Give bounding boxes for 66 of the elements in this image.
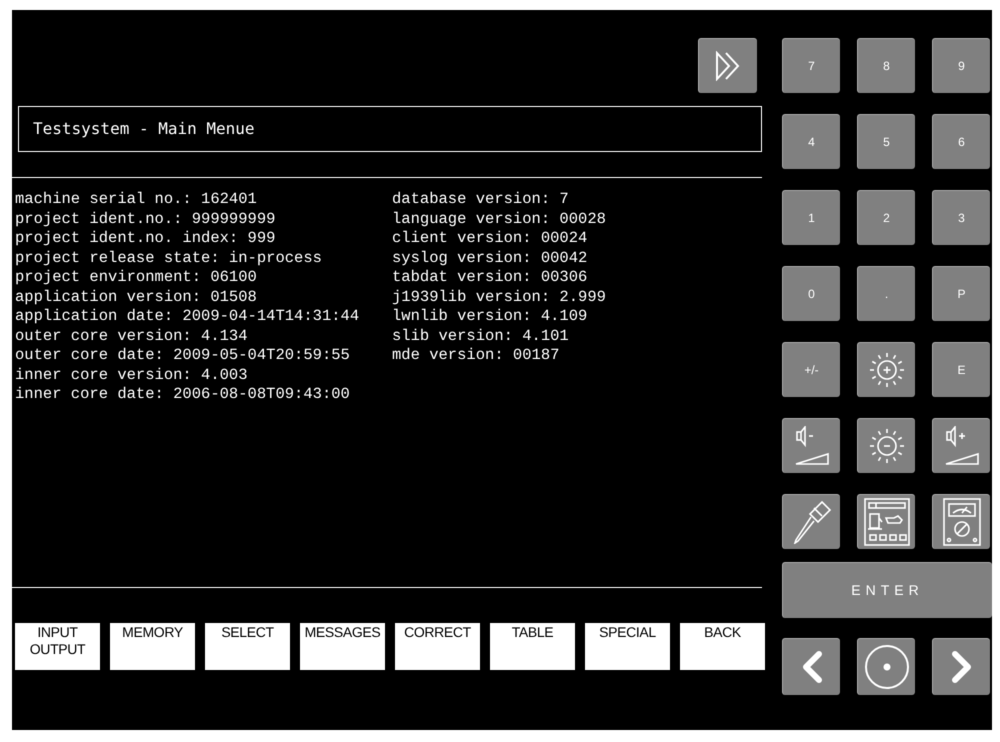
info-line: j1939lib version: 2.999 bbox=[392, 288, 606, 307]
volume-up-icon bbox=[944, 426, 980, 466]
info-line: project environment: 06100 bbox=[15, 268, 258, 288]
machine-panel-icon bbox=[864, 498, 910, 546]
enter-button[interactable]: ENTER bbox=[782, 562, 992, 618]
circle-dot-icon bbox=[864, 644, 910, 690]
keypad-key[interactable]: 1 bbox=[782, 190, 840, 245]
machine-panel-button[interactable] bbox=[857, 494, 915, 549]
softkey-button[interactable]: MEMORY bbox=[110, 623, 195, 670]
info-line: project release state: in-process bbox=[15, 248, 323, 268]
info-line: language version: 00028 bbox=[392, 210, 606, 229]
keypad-key[interactable]: 7 bbox=[782, 38, 840, 93]
right-chevron-icon bbox=[950, 650, 972, 684]
softkey-button[interactable]: SELECT bbox=[205, 623, 290, 670]
softkey-button[interactable]: CORRECT bbox=[395, 623, 480, 670]
keypad-key[interactable]: 9 bbox=[932, 38, 990, 93]
info-line: lwnlib version: 4.109 bbox=[392, 307, 588, 326]
keypad-key[interactable]: 8 bbox=[857, 38, 915, 93]
brightness-up-icon bbox=[868, 351, 906, 389]
select-button[interactable] bbox=[857, 638, 915, 695]
info-line: client version: 00024 bbox=[392, 229, 588, 248]
left-button[interactable] bbox=[782, 638, 840, 695]
keypad-key[interactable]: 3 bbox=[932, 190, 990, 245]
info-line: project ident.no.: 999999999 bbox=[15, 210, 276, 229]
screen-title: Testsystem - Main Menue bbox=[18, 106, 762, 152]
info-line: application date: 2009-04-14T14:31:44 bbox=[15, 307, 360, 326]
right-button[interactable] bbox=[932, 638, 990, 695]
keypad-key[interactable]: P bbox=[932, 266, 990, 321]
softkey-button[interactable]: SPECIAL bbox=[585, 623, 670, 670]
keypad-key[interactable]: 2 bbox=[857, 190, 915, 245]
softkey-button[interactable]: BACK bbox=[680, 623, 765, 670]
brightness-down-icon bbox=[868, 427, 906, 465]
info-line: mde version: 00187 bbox=[392, 346, 560, 366]
info-line: project ident.no. index: 999 bbox=[15, 229, 276, 248]
info-line: syslog version: 00042 bbox=[392, 248, 588, 268]
brightness-down-button[interactable] bbox=[857, 418, 915, 473]
multimeter-icon bbox=[942, 498, 980, 546]
keypad-key[interactable]: 4 bbox=[782, 114, 840, 169]
keypad-key[interactable]: . bbox=[857, 266, 915, 321]
info-line: database version: 7 bbox=[392, 190, 570, 210]
multimeter-button[interactable] bbox=[932, 494, 990, 549]
softkey-button[interactable]: INPUT OUTPUT bbox=[15, 623, 100, 670]
keypad-key[interactable]: E bbox=[932, 342, 990, 397]
keypad-key[interactable]: 5 bbox=[857, 114, 915, 169]
info-line: machine serial no.: 162401 bbox=[15, 190, 258, 210]
fast-forward-button[interactable] bbox=[698, 38, 757, 93]
keypad-key[interactable]: +/- bbox=[782, 342, 840, 397]
info-line: tabdat version: 00306 bbox=[392, 268, 588, 288]
info-line: inner core version: 4.003 bbox=[15, 366, 249, 385]
keypad-key[interactable]: 6 bbox=[932, 114, 990, 169]
screwdriver-icon bbox=[792, 500, 832, 544]
info-line: application version: 01508 bbox=[15, 288, 258, 307]
info-line: outer core date: 2009-05-04T20:59:55 bbox=[15, 346, 351, 366]
softkey-button[interactable]: TABLE bbox=[490, 623, 575, 670]
info-line: outer core version: 4.134 bbox=[15, 326, 249, 346]
double-chevron-icon bbox=[715, 51, 741, 81]
info-line: inner core date: 2006-08-08T09:43:00 bbox=[15, 385, 351, 404]
volume-down-button[interactable] bbox=[782, 418, 840, 473]
volume-down-icon bbox=[794, 426, 830, 466]
brightness-up-button[interactable] bbox=[857, 342, 915, 397]
keypad-key[interactable]: 0 bbox=[782, 266, 840, 321]
info-line: slib version: 4.101 bbox=[392, 326, 570, 346]
softkey-button[interactable]: MESSAGES bbox=[300, 623, 385, 670]
left-chevron-icon bbox=[800, 650, 822, 684]
service-button[interactable] bbox=[782, 494, 840, 549]
volume-up-button[interactable] bbox=[932, 418, 990, 473]
